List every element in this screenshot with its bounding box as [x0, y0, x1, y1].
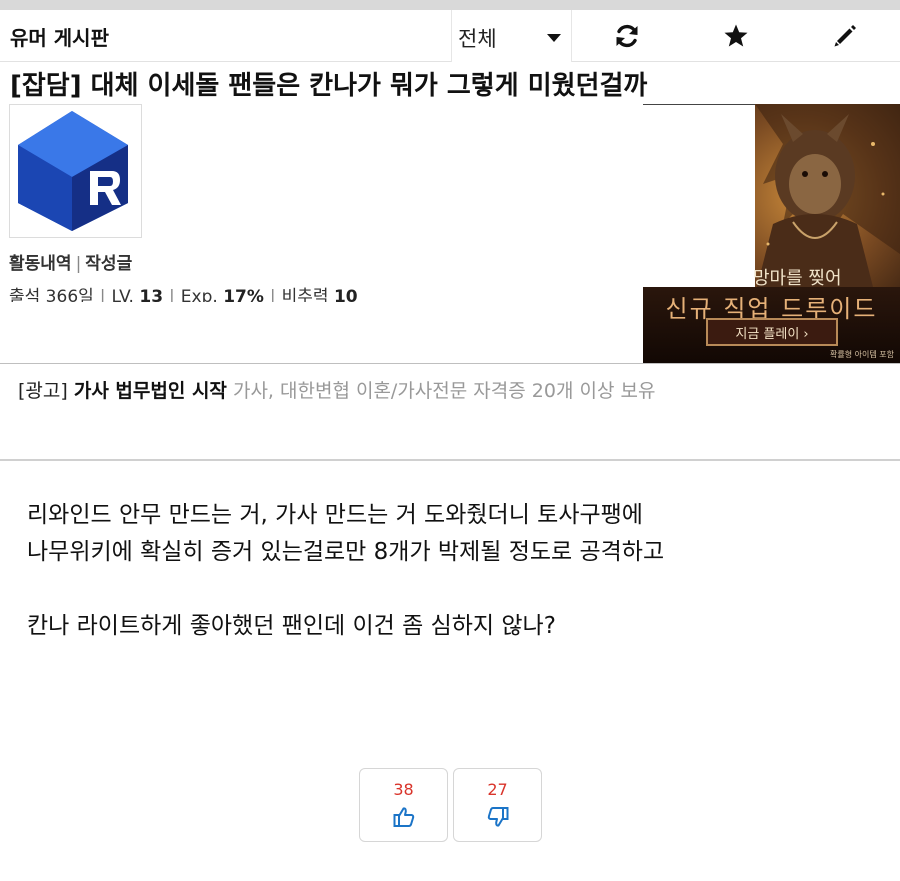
author-stats: 출석 366일 | LV. 13 | Exp. 17% | 비추력 10: [9, 282, 371, 302]
posts-link[interactable]: 작성글: [85, 254, 132, 274]
favorite-button[interactable]: [696, 10, 776, 62]
refresh-icon: [616, 24, 638, 48]
banner-ad-note: 확률형 아이템 포함: [830, 350, 894, 359]
manner-value: 10: [333, 287, 358, 302]
activity-link[interactable]: 활동내역: [9, 254, 72, 274]
attendance: 출석 366일: [9, 287, 94, 302]
text-ad-name: 가사 법무법인 시작: [73, 380, 227, 402]
write-button[interactable]: [805, 10, 885, 62]
text-ad-desc: 가사, 대한변협 이혼/가사전문 자격증 20개 이상 보유: [232, 380, 656, 402]
top-strip: [0, 0, 900, 10]
filter-selected-value: 전체: [458, 27, 497, 51]
text-ad[interactable]: [광고] 가사 법무법인 시작 가사, 대한변협 이혼/가사전문 자격증 20개…: [18, 376, 655, 403]
manner-label: 비추력: [281, 287, 329, 302]
level-value: 13: [139, 287, 164, 302]
post-body: 리와인드 안무 만드는 거, 가사 만드는 거 도와줬더니 토사구팽에 나무위키…: [27, 497, 664, 645]
refresh-button[interactable]: [587, 10, 667, 62]
exp-label: Exp.: [180, 287, 218, 302]
chevron-down-icon: [547, 34, 561, 42]
author-activity: 활동내역 | 작성글: [9, 249, 142, 274]
star-icon: [724, 24, 748, 47]
post-title: [잡담] 대체 이세돌 팬들은 칸나가 뭐가 그렇게 미웠던걸까: [10, 71, 648, 101]
activity-separator: |: [75, 254, 82, 274]
divider: [0, 459, 900, 461]
exp-value: 17%: [223, 287, 264, 302]
banner-ad-line1: 망마를 찢어: [753, 268, 842, 289]
upvote-button[interactable]: 38: [359, 768, 448, 842]
downvote-count: 27: [487, 780, 508, 799]
post-body-line: 칸나 라이트하게 좋아했던 팬인데 이건 좀 심하지 않나?: [27, 613, 556, 639]
level-label: LV.: [111, 287, 134, 302]
post-body-line: 리와인드 안무 만드는 거, 가사 만드는 거 도와줬더니 토사구팽에: [27, 502, 643, 528]
banner-ad[interactable]: 망마를 찢어 신규 직업 드루이드 지금 플레이 › 확률형 아이템 포함: [643, 104, 900, 363]
banner-ad-blank: [643, 104, 755, 287]
author-avatar[interactable]: [9, 104, 142, 238]
author-logo-icon: [18, 111, 128, 231]
thumbs-up-icon: [393, 807, 415, 827]
filter-select[interactable]: 전체: [451, 10, 572, 62]
post-body-line: 나무위키에 확실히 증거 있는걸로만 8개가 박제될 정도로 공격하고: [27, 539, 665, 565]
downvote-button[interactable]: 27: [453, 768, 542, 842]
divider: [0, 363, 900, 364]
upvote-count: 38: [393, 780, 414, 799]
banner-ad-play-button[interactable]: 지금 플레이 ›: [706, 318, 838, 346]
pencil-icon: [834, 25, 856, 47]
text-ad-tag: [광고]: [18, 380, 68, 402]
thumbs-down-icon: [487, 807, 509, 827]
post-body-line: [27, 571, 664, 608]
board-header: 유머 게시판 전체: [0, 10, 900, 62]
board-title[interactable]: 유머 게시판: [10, 22, 109, 51]
